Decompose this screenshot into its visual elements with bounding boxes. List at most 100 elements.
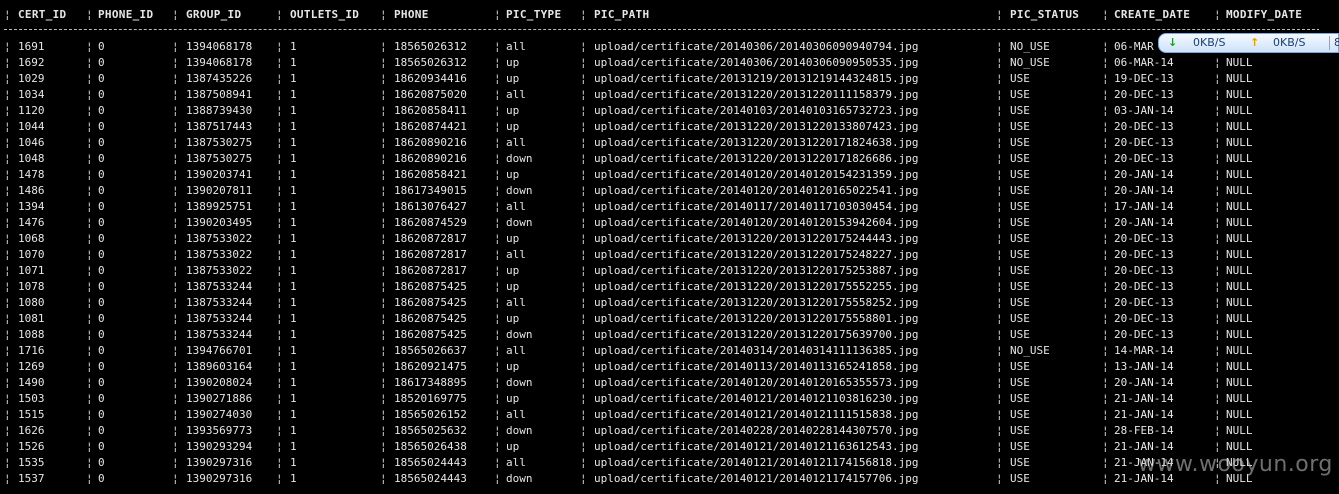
column-separator: ¦ [996, 344, 1003, 357]
column-separator: ¦ [172, 168, 179, 181]
cell-cert-id: 1068 [18, 232, 45, 245]
column-separator: ¦ [380, 280, 387, 293]
cell-phone-id: 0 [98, 296, 105, 309]
cell-modify-date: NULL [1226, 88, 1253, 101]
table-row[interactable]: ¦ ¦ ¦ ¦ ¦ ¦ ¦ ¦ ¦ ¦ 1716 0 1394766701 1 18565026637 all… [0, 343, 1339, 359]
column-separator: ¦ [1214, 200, 1221, 213]
table-row[interactable]: ¦¦¦¦¦¦¦¦¦¦169101394068178118565026312all… [0, 39, 1339, 55]
table-row[interactable]: ¦ ¦ ¦ ¦ ¦ ¦ ¦ ¦ ¦ ¦ 1068 0 1387533022 1 18620872817 up u… [0, 231, 1339, 247]
cell-pic-status: USE [1010, 280, 1030, 293]
cell-create-date: 20-JAN-14 [1114, 168, 1174, 181]
cell-pic-path: upload/certificate/20140120/201401201653… [594, 376, 919, 389]
cell-phone-id: 0 [98, 88, 105, 101]
cell-create-date: 20-DEC-13 [1114, 232, 1174, 245]
column-separator: ¦ [580, 424, 587, 437]
cell-create-date: 14-MAR-14 [1114, 344, 1174, 357]
cell-group-id: 1390207811 [186, 184, 253, 197]
table-row[interactable]: ¦ ¦ ¦ ¦ ¦ ¦ ¦ ¦ ¦ ¦ 1078 0 1387533244 1 18620875425 up u… [0, 279, 1339, 295]
cell-create-date: 03-JAN-14 [1114, 104, 1174, 117]
table-row[interactable]: ¦ ¦ ¦ ¦ ¦ ¦ ¦ ¦ ¦ ¦ 1394 0 1389925751 1 18613076427 all… [0, 199, 1339, 215]
cell-outlets-id: 1 [290, 136, 297, 149]
column-header-modify-date[interactable]: MODIFY_DATE [1226, 7, 1302, 23]
column-separator: ¦ [996, 88, 1003, 101]
column-separator: ¦ [1102, 56, 1109, 69]
column-separator: ¦ [494, 232, 501, 245]
table-row[interactable]: ¦ ¦ ¦ ¦ ¦ ¦ ¦ ¦ ¦ ¦ 1486 0 1390207811 1 18617349015 dow… [0, 183, 1339, 199]
cell-pic-status: NO_USE [1010, 56, 1050, 69]
table-row[interactable]: ¦ ¦ ¦ ¦ ¦ ¦ ¦ ¦ ¦ ¦ 1034 0 1387508941 1 18620875020 all… [0, 87, 1339, 103]
cell-phone: 18620872817 [394, 248, 467, 261]
cell-group-id: 1387530275 [186, 152, 253, 165]
table-row[interactable]: ¦ ¦ ¦ ¦ ¦ ¦ ¦ ¦ ¦ ¦ 1476 0 1390203495 1 18620874529 dow… [0, 215, 1339, 231]
cell-modify-date: NULL [1226, 264, 1253, 277]
table-row[interactable]: ¦ ¦ ¦ ¦ ¦ ¦ ¦ ¦ ¦ ¦ 1044 0 1387517443 1 18620874421 up u… [0, 119, 1339, 135]
column-separator: ¦ [4, 232, 11, 245]
cell-pic-type: down [506, 376, 533, 389]
table-row[interactable]: ¦ ¦ ¦ ¦ ¦ ¦ ¦ ¦ ¦ ¦ 1692 0 1394068178 1 18565026312 up u… [0, 55, 1339, 71]
table-row[interactable]: ¦ ¦ ¦ ¦ ¦ ¦ ¦ ¦ ¦ ¦ 1046 0 1387530275 1 18620890216 all… [0, 135, 1339, 151]
table-row[interactable]: ¦ ¦ ¦ ¦ ¦ ¦ ¦ ¦ ¦ ¦ 1490 0 1390208024 1 18617348895 dow… [0, 375, 1339, 391]
cell-phone-id: 0 [98, 264, 105, 277]
terminal-window[interactable]: ¦ ¦ ¦ ¦ ¦ ¦ ¦ ¦ ¦ ¦ CERT_ID PHONE_ID GROUP_ID OUTLETS… [0, 0, 1339, 494]
cell-phone-id: 0 [98, 216, 105, 229]
table-row[interactable]: ¦ ¦ ¦ ¦ ¦ ¦ ¦ ¦ ¦ ¦ 1269 0 1389603164 1 18620921475 up u… [0, 359, 1339, 375]
cell-pic-status: USE [1010, 216, 1030, 229]
column-header-phone-id[interactable]: PHONE_ID [98, 7, 153, 23]
scrollbar[interactable] [1319, 0, 1339, 494]
cell-pic-status: USE [1010, 440, 1030, 453]
cell-modify-date: NULL [1226, 232, 1253, 245]
cell-pic-status: USE [1010, 120, 1030, 133]
cell-cert-id: 1503 [18, 392, 45, 405]
cell-phone: 18565024443 [394, 456, 467, 469]
cell-create-date: 20-DEC-13 [1114, 312, 1174, 325]
table-row[interactable]: ¦ ¦ ¦ ¦ ¦ ¦ ¦ ¦ ¦ ¦ 1515 0 1390274030 1 18565026152 all… [0, 407, 1339, 423]
column-separator: ¦ [996, 408, 1003, 421]
column-header-group-id[interactable]: GROUP_ID [186, 7, 241, 23]
cell-pic-status: USE [1010, 200, 1030, 213]
column-header-pic-status[interactable]: PIC_STATUS [1010, 7, 1079, 23]
cell-phone: 18565026312 [394, 40, 467, 53]
cell-outlets-id: 1 [290, 296, 297, 309]
column-separator: ¦ [1102, 408, 1109, 421]
column-separator: ¦ [996, 328, 1003, 341]
column-separator: ¦ [172, 72, 179, 85]
table-row[interactable]: ¦ ¦ ¦ ¦ ¦ ¦ ¦ ¦ ¦ ¦ 1048 0 1387530275 1 18620890216 dow… [0, 151, 1339, 167]
column-header-cert-id[interactable]: CERT_ID [18, 7, 66, 23]
network-speed-widget[interactable]: ↓ 0KB/S ↑ 0KB/S 8 [1158, 33, 1339, 53]
cell-pic-path: upload/certificate/20140121/201401211741… [594, 456, 919, 469]
column-separator: ¦ [580, 56, 587, 69]
table-row[interactable]: ¦ ¦ ¦ ¦ ¦ ¦ ¦ ¦ ¦ ¦ 1070 0 1387533022 1 18620872817 all… [0, 247, 1339, 263]
table-row[interactable]: ¦ ¦ ¦ ¦ ¦ ¦ ¦ ¦ ¦ ¦ 1071 0 1387533022 1 18620872817 up u… [0, 263, 1339, 279]
column-separator: ¦ [494, 280, 501, 293]
table-row[interactable]: ¦ ¦ ¦ ¦ ¦ ¦ ¦ ¦ ¦ ¦ 1080 0 1387533244 1 18620875425 all… [0, 295, 1339, 311]
column-header-outlets-id[interactable]: OUTLETS_ID [290, 7, 359, 23]
column-separator: ¦ [1102, 376, 1109, 389]
table-row[interactable]: ¦ ¦ ¦ ¦ ¦ ¦ ¦ ¦ ¦ ¦ 1088 0 1387533244 1 18620875425 dow… [0, 327, 1339, 343]
column-separator: ¦ [380, 120, 387, 133]
cell-pic-status: USE [1010, 136, 1030, 149]
column-separator: ¦ [996, 440, 1003, 453]
column-header-phone[interactable]: PHONE [394, 7, 429, 23]
column-separator: ¦ [276, 200, 283, 213]
cell-phone: 18565024443 [394, 472, 467, 485]
column-separator: ¦ [1102, 136, 1109, 149]
table-row[interactable]: ¦ ¦ ¦ ¦ ¦ ¦ ¦ ¦ ¦ ¦ 1478 0 1390203741 1 18620858421 up u… [0, 167, 1339, 183]
table-row[interactable]: ¦ ¦ ¦ ¦ ¦ ¦ ¦ ¦ ¦ ¦ 1120 0 1388739430 1 18620858411 up u… [0, 103, 1339, 119]
cell-create-date: 20-DEC-13 [1114, 248, 1174, 261]
table-row[interactable]: ¦ ¦ ¦ ¦ ¦ ¦ ¦ ¦ ¦ ¦ 1029 0 1387435226 1 18620934416 up u… [0, 71, 1339, 87]
cell-phone: 18565026152 [394, 408, 467, 421]
column-separator: ¦ [1102, 72, 1109, 85]
column-separator: ¦ [4, 40, 11, 53]
column-separator: ¦ [172, 248, 179, 261]
table-row[interactable]: ¦ ¦ ¦ ¦ ¦ ¦ ¦ ¦ ¦ ¦ 1503 0 1390271886 1 18520169775 up u… [0, 391, 1339, 407]
cell-outlets-id: 1 [290, 472, 297, 485]
cell-pic-path: upload/certificate/20131220/201312201718… [594, 136, 919, 149]
column-separator: ¦ [4, 360, 11, 373]
cell-pic-status: NO_USE [1010, 40, 1050, 53]
column-separator: ¦ [4, 136, 11, 149]
table-row[interactable]: ¦ ¦ ¦ ¦ ¦ ¦ ¦ ¦ ¦ ¦ 1081 0 1387533244 1 18620875425 up u… [0, 311, 1339, 327]
table-row[interactable]: ¦ ¦ ¦ ¦ ¦ ¦ ¦ ¦ ¦ ¦ 1626 0 1393569773 1 18565025632 dow… [0, 423, 1339, 439]
column-header-create-date[interactable]: CREATE_DATE [1114, 7, 1190, 23]
column-header-pic-path[interactable]: PIC_PATH [594, 7, 649, 23]
column-header-pic-type[interactable]: PIC_TYPE [506, 7, 561, 23]
